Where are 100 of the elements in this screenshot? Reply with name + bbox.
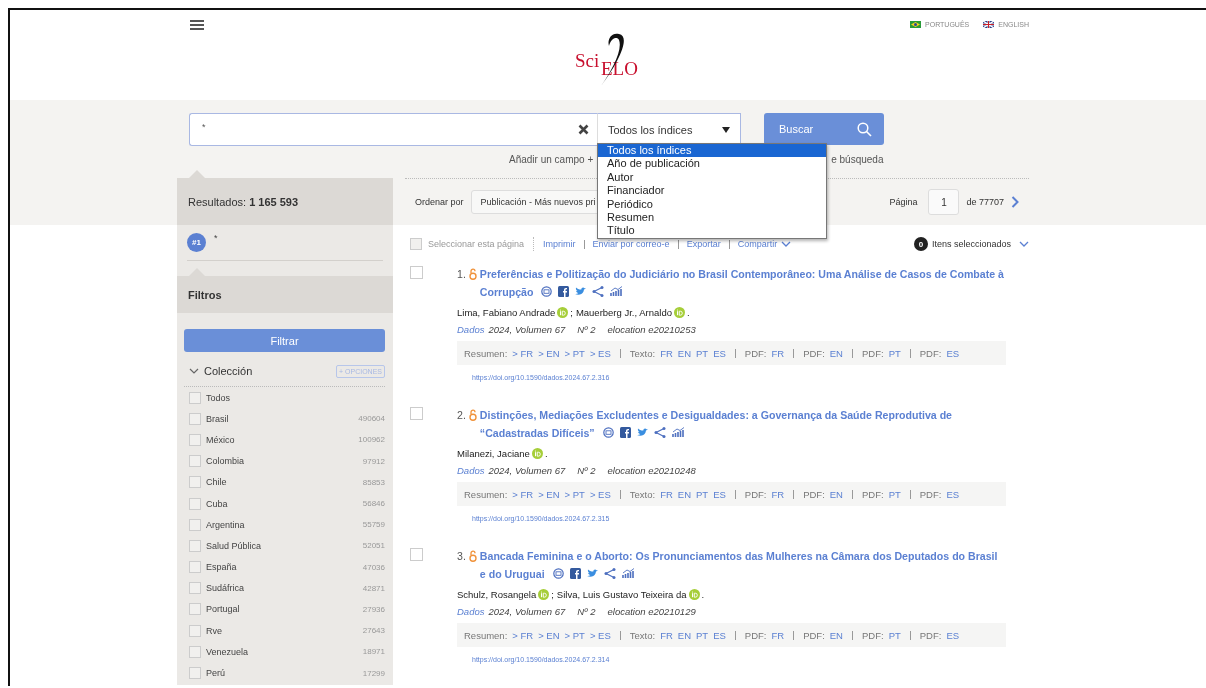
logo[interactable]: SciELO — [575, 32, 641, 86]
language-link[interactable]: ES — [946, 347, 960, 359]
id-icon[interactable] — [674, 306, 685, 318]
facebook-icon[interactable] — [619, 427, 631, 438]
filter-button[interactable]: Filtrar — [184, 329, 385, 352]
language-link[interactable]: > PT — [564, 347, 585, 359]
article-title-link[interactable]: Bancada Feminina e o Aborto: Os Pronunciamentos das Mulheres na Câmara dos Deputados do Brasil e do Uruguai — [479, 547, 1006, 583]
language-link[interactable]: > EN — [538, 488, 560, 500]
bird-icon[interactable] — [586, 569, 598, 578]
language-link[interactable]: ES — [713, 629, 726, 641]
checkbox[interactable] — [189, 667, 201, 680]
action-link[interactable]: Enviar por correo-e — [592, 239, 670, 249]
language-link[interactable]: FR — [660, 629, 673, 641]
page-field[interactable]: 1 — [928, 189, 960, 215]
checkbox[interactable] — [189, 539, 201, 552]
checkbox[interactable] — [410, 548, 423, 561]
facebook-icon[interactable] — [558, 286, 570, 297]
id-icon[interactable] — [531, 447, 543, 459]
language-link[interactable]: FR — [771, 488, 785, 500]
action-link[interactable]: Exportar — [686, 239, 721, 249]
journal-link[interactable]: Dados — [457, 465, 485, 476]
language-link[interactable]: > PT — [564, 629, 585, 641]
language-link[interactable]: EN — [677, 629, 691, 641]
checkbox[interactable] — [410, 266, 423, 279]
article-title-link[interactable]: Distinções, Mediações Excludentes e Desigualdades: a Governança da Saúde Reprodutiva de “Cadastradas Difíceis” — [479, 406, 1006, 442]
language-link[interactable]: ES — [713, 488, 726, 500]
menu-icon[interactable] — [190, 20, 204, 30]
share-icon[interactable] — [603, 568, 616, 579]
checkbox[interactable] — [189, 433, 201, 446]
id-icon[interactable] — [557, 306, 569, 318]
language-link[interactable]: FR — [660, 347, 673, 359]
share-icon[interactable] — [653, 427, 666, 438]
search-button[interactable]: Buscar — [764, 113, 884, 145]
action-link[interactable]: Imprimir — [543, 239, 576, 249]
email-icon[interactable] — [541, 286, 553, 297]
language-link[interactable]: PT — [696, 347, 709, 359]
language-link[interactable]: > FR — [512, 629, 534, 641]
dropdown-option[interactable]: Resumen — [598, 211, 826, 225]
checkbox[interactable] — [189, 412, 201, 425]
language-link[interactable]: > FR — [512, 347, 534, 359]
language-link[interactable]: > ES — [589, 488, 611, 500]
language-link[interactable]: PT — [888, 347, 901, 359]
checkbox[interactable] — [189, 518, 201, 531]
dropdown-option[interactable]: Todos los índices — [598, 144, 826, 158]
dropdown-option[interactable]: Autor — [598, 170, 826, 185]
checkbox[interactable] — [189, 624, 201, 637]
share-icon[interactable] — [592, 286, 605, 297]
chevron-icon[interactable] — [189, 368, 199, 374]
language-link[interactable]: > ES — [589, 629, 611, 641]
language-link[interactable]: > ES — [589, 347, 611, 359]
language-link[interactable]: ES — [946, 488, 960, 500]
journal-link[interactable]: Dados — [457, 324, 485, 335]
language-link[interactable]: > EN — [538, 347, 560, 359]
language-link[interactable]: > EN — [538, 629, 560, 641]
language-link[interactable]: EN — [677, 488, 691, 500]
email-icon[interactable] — [602, 427, 614, 438]
id-icon[interactable] — [688, 588, 700, 600]
chevron-icon[interactable] — [1019, 241, 1029, 247]
language-link[interactable]: PT — [696, 629, 709, 641]
checkbox[interactable] — [189, 645, 201, 658]
bar-chart-icon[interactable] — [671, 427, 685, 438]
checkbox[interactable] — [189, 603, 201, 616]
language-link[interactable]: FR — [660, 488, 673, 500]
bar-chart-icon[interactable] — [621, 568, 635, 579]
add-field-link[interactable]: Añadir un campo + — [509, 153, 594, 165]
checkbox[interactable] — [410, 407, 423, 420]
language-link[interactable]: > FR — [512, 488, 534, 500]
language-link[interactable]: EN — [829, 347, 843, 359]
clear-icon[interactable] — [578, 124, 589, 135]
language-link[interactable]: ES — [713, 347, 726, 359]
checkbox[interactable] — [189, 582, 201, 595]
checkbox[interactable] — [189, 476, 201, 489]
language-link[interactable]: > PT — [564, 488, 585, 500]
language-link[interactable]: ES — [946, 629, 960, 641]
action-link[interactable]: Compartir — [737, 239, 778, 249]
dropdown-option[interactable]: Año de publicación — [598, 157, 826, 171]
bird-icon[interactable] — [636, 428, 648, 437]
language-link[interactable]: FR — [771, 629, 785, 641]
journal-link[interactable]: Dados — [457, 606, 485, 617]
bird-icon[interactable] — [575, 287, 587, 296]
article-title-link[interactable]: Preferências e Politização do Judiciário no Brasil Contemporâneo: Uma Análise de Casos de Combate à Corrupção — [479, 265, 1006, 301]
facebook-icon[interactable] — [569, 568, 581, 579]
checkbox[interactable] — [189, 455, 201, 468]
checkbox[interactable] — [410, 238, 422, 250]
search-field[interactable]: * — [189, 113, 597, 146]
chevron-icon[interactable] — [781, 241, 792, 247]
language-link[interactable]: EN — [829, 488, 843, 500]
language-link[interactable]: FR — [771, 347, 785, 359]
checkbox[interactable] — [189, 497, 201, 510]
language-link[interactable]: PT — [696, 488, 709, 500]
language-link[interactable]: EN — [829, 629, 843, 641]
next-icon[interactable] — [1011, 196, 1019, 208]
language-link[interactable]: EN — [677, 347, 691, 359]
id-icon[interactable] — [538, 588, 550, 600]
checkbox[interactable] — [189, 561, 201, 574]
checkbox[interactable] — [189, 391, 201, 404]
language-link[interactable]: PT — [888, 488, 901, 500]
dropdown-option[interactable]: Título — [598, 224, 826, 238]
language-link[interactable]: PT — [888, 629, 901, 641]
bar-chart-icon[interactable] — [610, 286, 624, 297]
